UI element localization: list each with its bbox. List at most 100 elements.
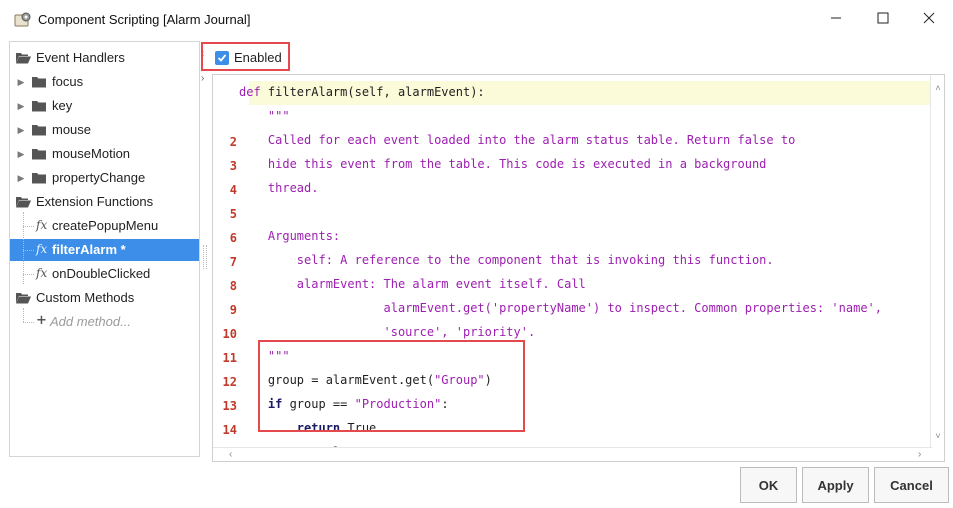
scroll-down-icon[interactable]: ˅	[933, 431, 943, 441]
ok-button[interactable]: OK	[740, 467, 797, 503]
tree-connector-line	[23, 274, 34, 275]
tree-connector-line	[23, 322, 34, 323]
tree-item-label: createPopupMenu	[52, 218, 159, 233]
expand-caret-icon[interactable]: ▶	[16, 173, 26, 183]
line-number: 13	[222, 399, 237, 413]
line-number: 11	[222, 351, 237, 365]
line-number: 7	[229, 255, 237, 269]
line-number: 5	[229, 207, 237, 221]
code-line[interactable]: def filterAlarm(self, alarmEvent):	[239, 85, 485, 99]
tree-item[interactable]: Custom Methods	[10, 287, 199, 309]
line-number: 3	[229, 159, 237, 173]
tree-item[interactable]: ▶ mouse	[10, 119, 199, 141]
line-number: 4	[229, 183, 237, 197]
code-highlight-box	[258, 340, 525, 432]
minimize-button[interactable]	[813, 0, 859, 36]
code-line[interactable]: thread.	[239, 181, 319, 195]
code-token: thread.	[239, 181, 319, 195]
line-number: 6	[229, 231, 237, 245]
tree-item-label: mouseMotion	[52, 146, 131, 161]
tree-item[interactable]: ▶ focus	[10, 71, 199, 93]
line-number: 2	[229, 135, 237, 149]
tree-item[interactable]: ▶ key	[10, 95, 199, 117]
horizontal-scrollbar[interactable]: ‹ ›	[213, 447, 932, 461]
tree-item[interactable]: Event Handlers	[10, 47, 199, 69]
apply-button[interactable]: Apply	[802, 467, 869, 503]
code-token: filterAlarm(self, alarmEvent):	[267, 85, 485, 99]
expand-caret-icon[interactable]: ▶	[16, 149, 26, 159]
line-number: 14	[222, 423, 237, 437]
folder-icon	[32, 76, 47, 88]
code-token: hide this event from the table. This cod…	[239, 157, 767, 171]
code-line[interactable]: Arguments:	[239, 229, 340, 243]
tree-item-label: Extension Functions	[36, 194, 154, 209]
enabled-checkbox[interactable]	[215, 51, 229, 65]
code-line[interactable]: 'source', 'priority'.	[239, 325, 535, 339]
tree-item-label: Custom Methods	[36, 290, 135, 305]
cancel-button[interactable]: Cancel	[874, 467, 949, 503]
script-app-icon	[14, 12, 32, 28]
expand-caret-icon[interactable]: ▶	[16, 125, 26, 135]
code-line[interactable]: alarmEvent: The alarm event itself. Call	[239, 277, 586, 291]
tree-item-label: Event Handlers	[36, 50, 125, 65]
tree-item-label: onDoubleClicked	[52, 266, 151, 281]
code-line[interactable]: alarmEvent.get('propertyName') to inspec…	[239, 301, 882, 315]
scroll-left-icon[interactable]: ‹	[229, 449, 232, 460]
tree-item[interactable]: Extension Functions	[10, 191, 199, 213]
tree-item-label: filterAlarm *	[52, 242, 126, 257]
line-number: 9	[229, 303, 237, 317]
tree-item[interactable]: fx onDoubleClicked	[10, 263, 199, 285]
line-number: 12	[222, 375, 237, 389]
code-line[interactable]: """	[239, 109, 290, 123]
code-token: 'source', 'priority'.	[239, 325, 536, 339]
code-token: """	[239, 109, 290, 123]
scroll-up-icon[interactable]: ˄	[933, 83, 943, 93]
expand-caret-icon[interactable]: ▶	[16, 101, 26, 111]
splitter-grip[interactable]	[203, 245, 207, 269]
tree-connector-line	[23, 250, 34, 251]
plus-icon: +	[36, 313, 47, 328]
code-line[interactable]: self: A reference to the component that …	[239, 253, 774, 267]
tree-item-label: propertyChange	[52, 170, 146, 185]
folder-icon	[32, 124, 47, 136]
code-token: alarmEvent.get('propertyName') to inspec…	[239, 301, 882, 315]
folder-open-icon	[16, 196, 31, 208]
folder-icon	[32, 148, 47, 160]
script-tree: Event Handlers ▶ focus ▶ key ▶ mouse ▶ mouseMoti…	[9, 41, 200, 457]
scroll-right-icon[interactable]: ›	[918, 449, 921, 460]
tree-item[interactable]: ▶ mouseMotion	[10, 143, 199, 165]
fx-icon: fx	[36, 266, 48, 280]
code-line[interactable]: Called for each event loaded into the al…	[239, 133, 795, 147]
line-number: 10	[222, 327, 237, 341]
code-token: alarmEvent: The alarm event itself. Call	[239, 277, 586, 291]
code-line[interactable]: hide this event from the table. This cod…	[239, 157, 767, 171]
tree-item-label: mouse	[52, 122, 92, 137]
vertical-scrollbar[interactable]: ˄ ˅	[930, 75, 944, 447]
tree-item[interactable]: fx createPopupMenu	[10, 215, 199, 237]
code-token: def	[239, 85, 268, 99]
enabled-label: Enabled	[234, 50, 282, 65]
enabled-checkbox-highlight: Enabled	[201, 42, 290, 71]
folder-icon	[32, 100, 47, 112]
code-token: self: A reference to the component that …	[239, 253, 774, 267]
tree-item-label: focus	[52, 74, 84, 89]
tree-connector-line	[23, 226, 34, 227]
close-button[interactable]	[906, 0, 952, 36]
code-token: Arguments:	[239, 229, 341, 243]
tree-item[interactable]: fx filterAlarm *	[10, 239, 199, 261]
tree-item-label: key	[52, 98, 73, 113]
tree-connector-line	[23, 308, 24, 322]
tree-item-label: Add method...	[50, 314, 131, 329]
folder-icon	[32, 172, 47, 184]
folder-open-icon	[16, 52, 31, 64]
maximize-button[interactable]	[860, 0, 906, 36]
expand-caret-icon[interactable]: ▶	[16, 77, 26, 87]
collapse-right-icon[interactable]: ›	[201, 73, 204, 84]
code-token: Called for each event loaded into the al…	[239, 133, 796, 147]
tree-item[interactable]: ▶ propertyChange	[10, 167, 199, 189]
fx-icon: fx	[36, 242, 48, 256]
tree-item[interactable]: + Add method...	[10, 311, 199, 333]
fx-icon: fx	[36, 218, 48, 232]
line-number: 8	[229, 279, 237, 293]
window-title: Component Scripting [Alarm Journal]	[38, 12, 251, 27]
